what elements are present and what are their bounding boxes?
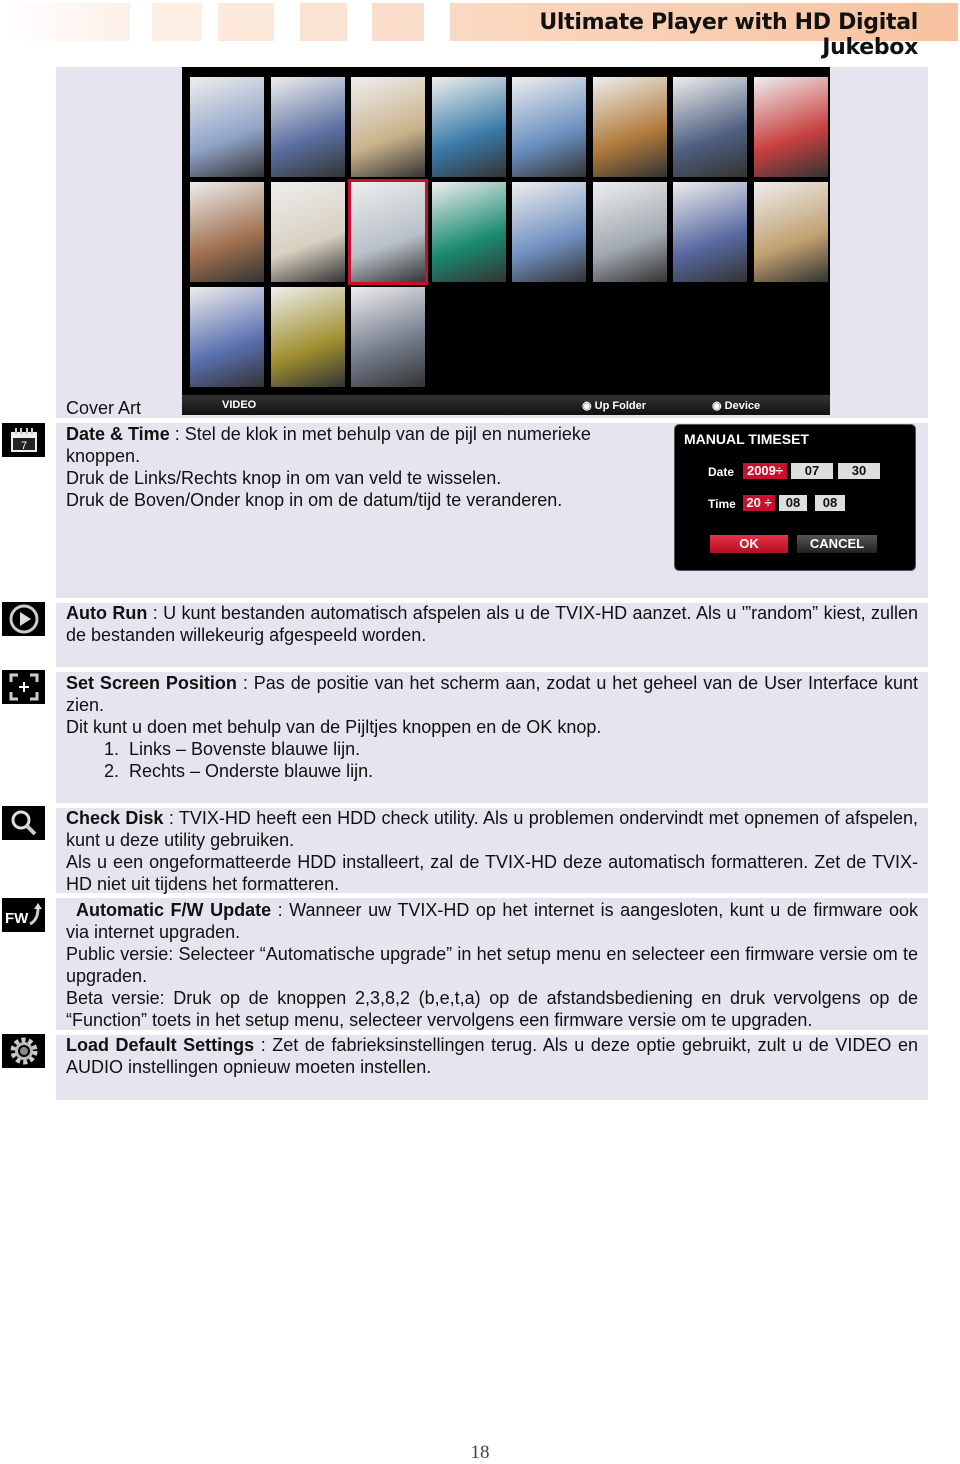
- section-auto-run: Auto Run : U kunt bestanden automatisch …: [66, 603, 918, 645]
- svg-text:7: 7: [20, 440, 26, 452]
- cover-thumbnail[interactable]: [190, 77, 264, 177]
- hour-field[interactable]: 20 ÷: [743, 495, 775, 511]
- video-label: VIDEO: [222, 399, 257, 411]
- date-label: Date: [708, 465, 735, 479]
- cover-thumbnail[interactable]: [512, 182, 586, 282]
- cover-thumbnail[interactable]: [431, 182, 506, 282]
- button-circle-icon: ◉: [712, 400, 725, 412]
- section-date-time: Date & Time : Stel de klok in met behulp…: [66, 424, 591, 510]
- cover-thumbnail[interactable]: [270, 77, 345, 177]
- section-fw-update: Automatic F/W Update : Wanneer uw TVIX-H…: [66, 900, 918, 1030]
- section-check-disk: Check Disk : TVIX-HD heeft een HDD check…: [66, 808, 918, 894]
- device-button[interactable]: ◉ Device: [712, 399, 760, 412]
- cover-thumbnail[interactable]: [351, 287, 425, 387]
- header-title: Ultimate Player with HD Digital Jukebox: [450, 3, 958, 60]
- day-field[interactable]: 30: [838, 463, 880, 479]
- cover-thumbnail[interactable]: [753, 182, 828, 282]
- play-icon: [2, 602, 45, 636]
- search-icon: [2, 806, 45, 840]
- cover-art-grid: [182, 67, 830, 415]
- cover-thumbnail[interactable]: [592, 182, 667, 282]
- cover-thumbnail[interactable]: [190, 287, 264, 387]
- cover-thumbnail[interactable]: [190, 182, 264, 282]
- cover-thumbnail[interactable]: [512, 77, 586, 177]
- time-label: Time: [708, 497, 736, 511]
- cover-thumbnail[interactable]: [673, 182, 747, 282]
- cover-thumbnail[interactable]: [270, 182, 345, 282]
- cover-thumbnail[interactable]: [348, 179, 428, 285]
- button-circle-icon: ◉: [582, 400, 595, 412]
- gear-icon: [2, 1034, 45, 1068]
- cover-art-label: Cover Art: [66, 398, 142, 418]
- cover-thumbnail[interactable]: [431, 77, 506, 177]
- section-load-default: Load Default Settings : Zet de fabrieksi…: [66, 1035, 918, 1077]
- year-field[interactable]: 2009÷: [743, 463, 787, 479]
- cover-thumbnail[interactable]: [270, 287, 345, 387]
- page-number: 18: [470, 1442, 490, 1463]
- up-folder-button[interactable]: ◉ Up Folder: [582, 399, 646, 412]
- minute-field[interactable]: 08: [779, 495, 807, 511]
- screen-position-icon: [2, 670, 45, 704]
- cover-thumbnail[interactable]: [351, 77, 425, 177]
- cover-thumbnail[interactable]: [753, 77, 828, 177]
- cancel-button[interactable]: CANCEL: [797, 535, 877, 553]
- cover-thumbnail[interactable]: [673, 77, 747, 177]
- month-field[interactable]: 07: [791, 463, 833, 479]
- dialog-title: MANUAL TIMESET: [684, 431, 809, 447]
- svg-text:FW: FW: [5, 910, 29, 927]
- firmware-update-icon: FW: [2, 898, 45, 932]
- section-screen-position: Set Screen Position : Pas de positie van…: [66, 673, 918, 781]
- cover-thumbnail[interactable]: [592, 77, 667, 177]
- ok-button[interactable]: OK: [710, 535, 788, 553]
- second-field[interactable]: 08: [815, 495, 845, 511]
- calendar-icon: 7: [2, 423, 45, 457]
- cover-art-bottom-bar: VIDEO ◉ Up Folder ◉ Device: [182, 395, 830, 415]
- manual-timeset-dialog: MANUAL TIMESET Date 2009÷ 07 30 Time 20 …: [674, 424, 916, 571]
